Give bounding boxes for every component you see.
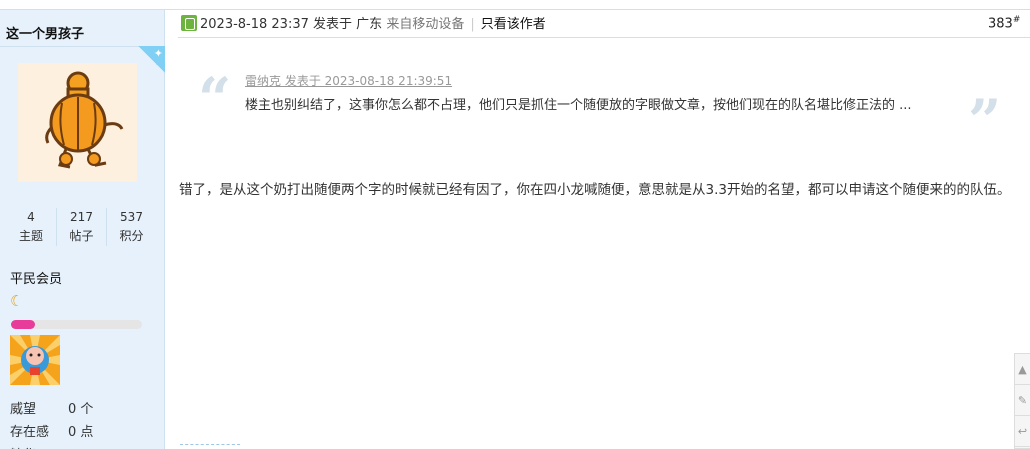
open-quote-icon: “ <box>198 65 232 133</box>
close-quote-icon: ” <box>968 87 1002 155</box>
author-sidebar: 这一个男孩子 ✦ 4 主题 217 帖子 537 积分 平民会员 ☾ 威望 0 … <box>0 10 165 449</box>
level-progress-fill <box>11 320 35 329</box>
level-progress-bar <box>11 320 142 329</box>
meta-separator: | <box>470 17 475 32</box>
cartoon-medal-icon <box>10 335 60 385</box>
prop-presence-key: 存在感 <box>10 425 50 440</box>
gourd-character-icon <box>45 71 124 169</box>
only-author-link[interactable]: 只看该作者 <box>481 17 546 32</box>
prop-prestige-value: 0 个 <box>68 402 94 417</box>
moon-level-icon: ☾ <box>10 292 24 310</box>
posted-at-label: 发表于 <box>313 17 353 32</box>
post-content: 错了，是从这个奶打出随便两个字的时候就已经有因了，你在四小龙喊随便，意思就是从3… <box>179 182 1011 198</box>
floating-toolbar: ▲ ✎ ↩ <box>1014 353 1030 449</box>
prop-presence-value: 0 点 <box>68 425 94 440</box>
stat-points[interactable]: 537 积分 <box>106 208 156 246</box>
stat-posts[interactable]: 217 帖子 <box>56 208 106 246</box>
medal-icon[interactable] <box>10 335 60 385</box>
username-link[interactable]: 这一个男孩子 <box>6 23 84 42</box>
prop-prestige: 威望 0 个 <box>10 398 93 417</box>
post-meta: 2023-8-18 23:37 发表于 广东 来自移动设备 | 只看该作者 <box>200 13 546 32</box>
user-rank[interactable]: 平民会员 <box>10 268 62 287</box>
back-button[interactable]: ↩ <box>1015 416 1030 447</box>
stat-posts-label: 帖子 <box>69 229 94 243</box>
post-device[interactable]: 来自移动设备 <box>386 17 464 32</box>
prop-essence-key: 精华 <box>10 444 68 449</box>
header-divider <box>178 37 1030 38</box>
user-stats: 4 主题 217 帖子 537 积分 <box>6 208 156 246</box>
forum-post: 这一个男孩子 ✦ 4 主题 217 帖子 537 积分 平民会员 ☾ 威望 0 … <box>0 0 1030 449</box>
stat-points-label: 积分 <box>119 229 144 243</box>
floor-number[interactable]: 383# <box>988 15 1020 31</box>
stat-topics-label: 主题 <box>18 229 43 243</box>
signature-divider <box>180 444 240 448</box>
prop-presence: 存在感 0 点 <box>10 421 93 440</box>
quote-text: 楼主也别纠结了，这事你怎么都不占理，他们只是抓住一个随便放的字眼做文章，按他们现… <box>245 98 912 113</box>
prop-prestige-key: 威望 <box>10 402 37 417</box>
post-datetime: 2023-8-18 23:37 <box>200 17 309 32</box>
floor-number-value: 383 <box>988 16 1013 32</box>
stat-topics[interactable]: 4 主题 <box>6 208 56 246</box>
prop-essence: 精华0 <box>10 444 76 449</box>
avatar[interactable] <box>18 63 137 182</box>
scroll-top-button[interactable]: ▲ <box>1015 354 1030 385</box>
floor-hash: # <box>1012 15 1021 25</box>
online-badge-icon: ✦ <box>138 46 165 73</box>
post-location: 广东 <box>356 17 383 32</box>
stat-posts-num: 217 <box>70 210 93 224</box>
mobile-device-icon <box>181 15 197 31</box>
reply-button[interactable]: ✎ <box>1015 385 1030 416</box>
stat-points-num: 537 <box>120 210 143 224</box>
stat-topics-num: 4 <box>27 210 35 224</box>
quote-author-link[interactable]: 雷纳克 发表于 2023-08-18 21:39:51 <box>245 72 452 89</box>
